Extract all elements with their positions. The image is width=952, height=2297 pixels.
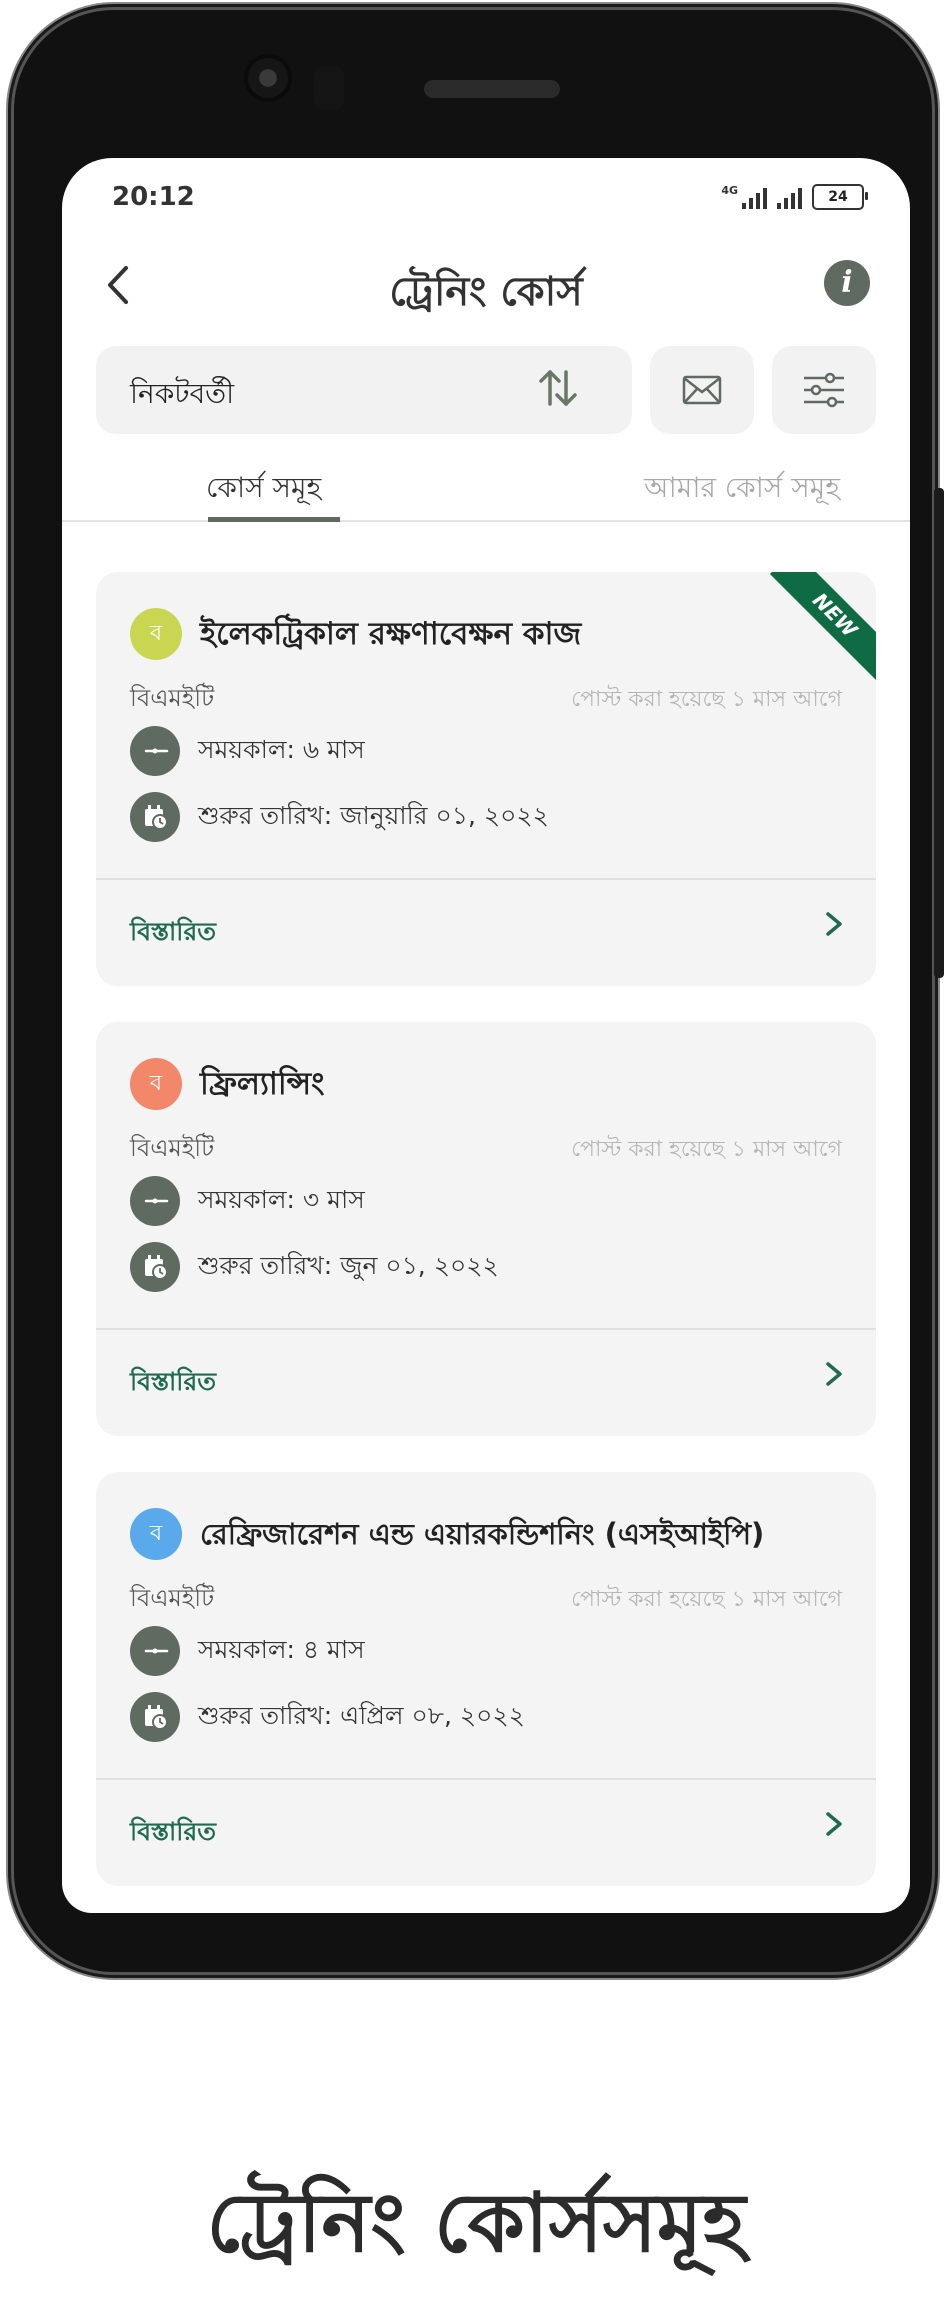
course-start-date: শুরুর তারিখ: জুন ০১, ২০২২: [198, 1250, 499, 1280]
filter-button[interactable]: [772, 346, 876, 434]
course-card[interactable]: ব রেফ্রিজারেশন এন্ড এয়ারকন্ডিশনিং (এসইআ…: [96, 1472, 876, 1886]
posted-time: পোস্ট করা হয়েছে ১ মাস আগে: [571, 1587, 842, 1612]
course-card[interactable]: NEW ব ইলেকট্রিকাল রক্ষণাবেক্ষন কাজ বিএমই…: [96, 572, 876, 986]
course-card[interactable]: ব ফ্রিল্যান্সিং বিএমইটি পোস্ট করা হয়েছে…: [96, 1022, 876, 1436]
course-avatar: ব: [130, 1058, 182, 1110]
course-organization: বিএমইটি: [130, 1134, 215, 1162]
page-title: ট্রেনিং কোর্স: [389, 269, 583, 315]
duration-row: সময়কাল: ৪ মাস: [130, 1626, 365, 1676]
clock-icon: [130, 1626, 180, 1676]
course-avatar: ব: [130, 1508, 182, 1560]
new-badge: NEW: [769, 572, 876, 681]
sort-icon: [534, 364, 582, 422]
duration-row: সময়কাল: ৩ মাস: [130, 1176, 365, 1226]
chevron-right-icon[interactable]: [822, 1806, 846, 1846]
course-duration: সময়কাল: ৩ মাস: [198, 1184, 365, 1214]
start-date-row: শুরুর তারিখ: এপ্রিল ০৮, ২০২২: [130, 1692, 525, 1742]
course-list: NEW ব ইলেকট্রিকাল রক্ষণাবেক্ষন কাজ বিএমই…: [96, 572, 876, 1913]
volume-button: [934, 488, 944, 758]
details-link[interactable]: বিস্তারিত: [130, 1812, 216, 1855]
duration-row: সময়কাল: ৬ মাস: [130, 726, 365, 776]
course-title: ইলেকট্রিকাল রক্ষণাবেক্ষন কাজ: [200, 616, 582, 652]
details-link[interactable]: বিস্তারিত: [130, 912, 216, 955]
start-date-row: শুরুর তারিখ: জানুয়ারি ০১, ২০২২: [130, 792, 549, 842]
app-screen: 20:12 4G 24 ট্রেনিং কোর্স i নিকটবর্তী কো…: [62, 158, 910, 1913]
chevron-right-icon[interactable]: [822, 906, 846, 946]
course-start-date: শুরুর তারিখ: এপ্রিল ০৮, ২০২২: [198, 1700, 525, 1730]
status-time: 20:12: [112, 182, 195, 212]
battery-icon: 24: [812, 184, 868, 210]
course-start-date: শুরুর তারিখ: জানুয়ারি ০১, ২০২২: [198, 800, 549, 830]
tab-bar: কোর্স সমূহ আমার কোর্স সমূহ: [62, 458, 910, 522]
calendar-clock-icon: [130, 792, 180, 842]
sort-label: নিকটবর্তী: [130, 377, 235, 410]
tab-indicator: [208, 517, 340, 522]
tab-courses[interactable]: কোর্স সমূহ: [206, 466, 321, 513]
app-header: ট্রেনিং কোর্স i: [62, 232, 910, 342]
earpiece-speaker: [424, 80, 560, 98]
clock-icon: [130, 1176, 180, 1226]
posted-time: পোস্ট করা হয়েছে ১ মাস আগে: [571, 687, 842, 712]
mail-icon: [682, 375, 722, 405]
start-date-row: শুরুর তারিখ: জুন ০১, ২০২২: [130, 1242, 499, 1292]
phone-frame: 20:12 4G 24 ট্রেনিং কোর্স i নিকটবর্তী কো…: [14, 10, 944, 1972]
sort-dropdown[interactable]: নিকটবর্তী: [96, 346, 632, 434]
course-duration: সময়কাল: ৪ মাস: [198, 1634, 365, 1664]
status-icons: 4G 24: [721, 184, 868, 210]
promo-caption: ট্রেনিং কোর্সসমূহ: [206, 2176, 746, 2271]
calendar-clock-icon: [130, 1692, 180, 1742]
details-link[interactable]: বিস্তারিত: [130, 1362, 216, 1405]
tab-my-courses[interactable]: আমার কোর্স সমূহ: [644, 466, 840, 513]
course-organization: বিএমইটি: [130, 1584, 215, 1612]
card-divider: [96, 1328, 876, 1330]
signal-icon: [742, 185, 767, 209]
network-type: 4G: [721, 184, 738, 197]
calendar-clock-icon: [130, 1242, 180, 1292]
course-avatar: ব: [130, 608, 182, 660]
card-divider: [96, 878, 876, 880]
card-divider: [96, 1778, 876, 1780]
sensor: [314, 66, 344, 110]
filter-sliders-icon: [804, 372, 844, 408]
info-icon[interactable]: i: [824, 260, 870, 306]
status-bar: 20:12 4G 24: [62, 158, 910, 232]
course-title: ফ্রিল্যান্সিং: [200, 1066, 325, 1102]
course-title: রেফ্রিজারেশন এন্ড এয়ারকন্ডিশনিং (এসইআইপ…: [200, 1517, 765, 1551]
front-camera: [248, 58, 288, 98]
mail-button[interactable]: [650, 346, 754, 434]
signal-icon: [777, 185, 802, 209]
posted-time: পোস্ট করা হয়েছে ১ মাস আগে: [571, 1137, 842, 1162]
power-button: [934, 730, 944, 978]
course-organization: বিএমইটি: [130, 684, 215, 712]
clock-icon: [130, 726, 180, 776]
chevron-right-icon[interactable]: [822, 1356, 846, 1396]
course-duration: সময়কাল: ৬ মাস: [198, 734, 365, 764]
